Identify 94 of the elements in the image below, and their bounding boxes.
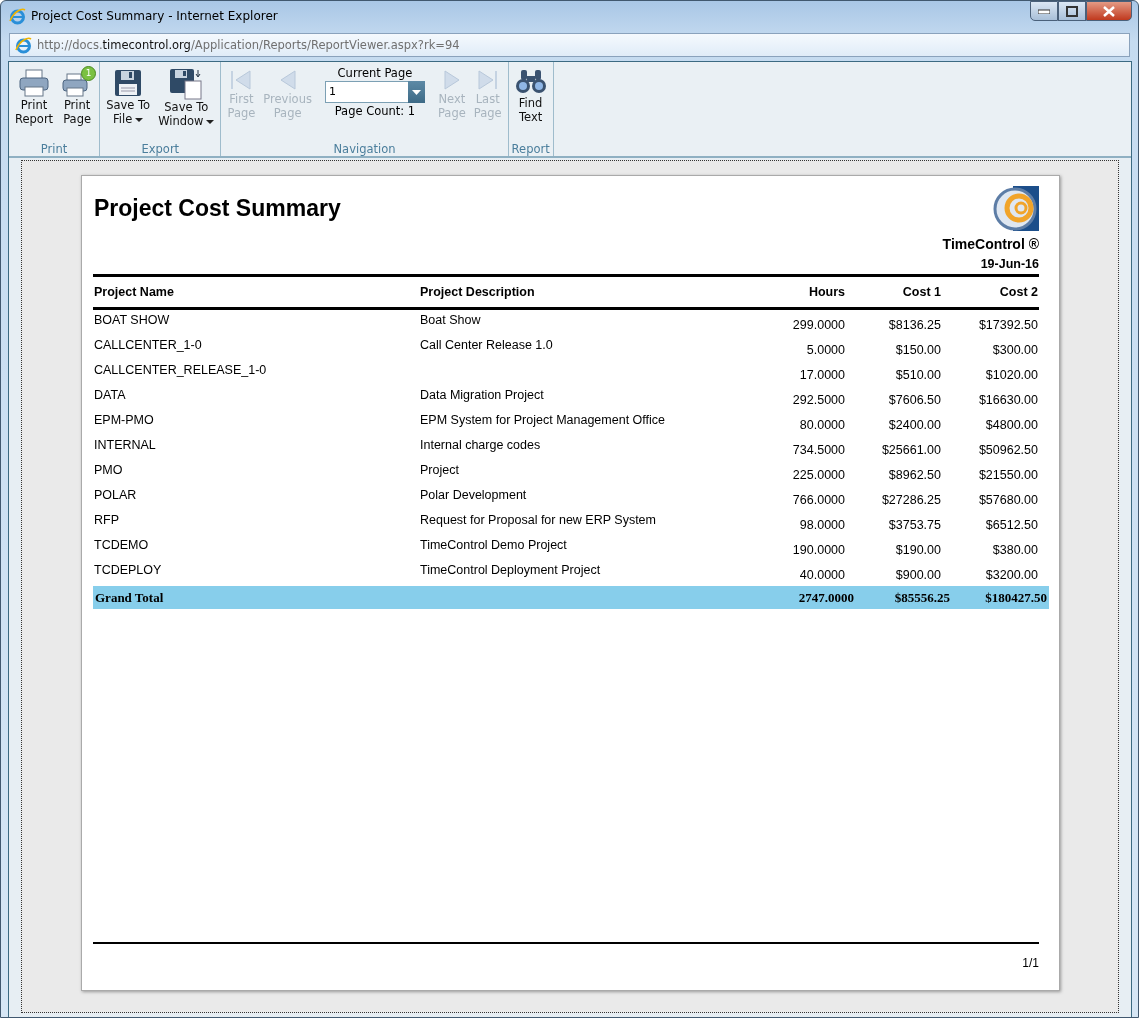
table-cell: $7606.50 [888, 393, 941, 407]
table-cell: $900.00 [895, 568, 941, 582]
report-title: Project Cost Summary [94, 195, 341, 222]
table-cell: 17.0000 [799, 368, 845, 382]
table-cell: 734.5000 [792, 443, 845, 457]
table-cell: $380.00 [992, 543, 1038, 557]
table-cell: 766.0000 [792, 493, 845, 507]
table-cell: Request for Proposal for new ERP System [420, 513, 656, 527]
table-cell: BOAT SHOW [94, 313, 170, 327]
table-cell: 292.5000 [792, 393, 845, 407]
close-icon [1103, 5, 1115, 17]
table-cell: $17392.50 [978, 318, 1038, 332]
browser-logo-icon [15, 36, 32, 54]
table-cell: Internal charge codes [420, 438, 541, 452]
table-cell: DATA [94, 388, 126, 402]
total-cell-text: 2747.0000 [797, 589, 855, 606]
group-label: Export [140, 142, 181, 156]
table-cell: EPM-PMO [94, 413, 154, 427]
caret-icon [206, 119, 215, 124]
table-cell: $2400.00 [888, 418, 941, 432]
column-header: Cost 1 [846, 277, 942, 310]
group-label: Navigation [332, 142, 397, 156]
table-cell: $3753.75 [888, 518, 941, 532]
table-cell: 299.0000 [792, 318, 845, 332]
table-cell: INTERNAL [94, 438, 156, 452]
table-cell: 225.0000 [792, 468, 845, 482]
toolbar-button[interactable]: Print Report [12, 66, 57, 128]
table-cell: TimeControl Deployment Project [420, 563, 601, 577]
table-cell: $57680.00 [978, 493, 1038, 507]
group-label: Report [511, 142, 550, 156]
page-count: Page Count: 1 [334, 104, 416, 118]
maximize-icon [1066, 5, 1078, 17]
printer-icon [18, 68, 51, 98]
table-cell: $510.00 [895, 368, 941, 382]
toolbar-button[interactable]: Save To Window [155, 66, 218, 130]
table-cell: $4800.00 [985, 418, 1038, 432]
table-cell: CALLCENTER_1-0 [94, 338, 202, 352]
table-cell: $8962.50 [888, 468, 941, 482]
floppy-disk-icon [169, 68, 204, 100]
table-cell: $190.00 [895, 543, 941, 557]
table-cell: TCDEPLOY [94, 563, 162, 577]
group-label: Print [39, 142, 69, 156]
table-cell: 98.0000 [799, 518, 845, 532]
table-cell: POLAR [94, 488, 137, 502]
table-cell: $16630.00 [978, 393, 1038, 407]
current-page-label: Current Page [337, 66, 413, 80]
column-header: Hours [751, 277, 846, 310]
table-cell: $300.00 [992, 343, 1038, 357]
table-cell: Data Migration Project [420, 388, 544, 402]
toolbar-button[interactable]: Find Text [511, 66, 550, 126]
table-cell: $3200.00 [985, 568, 1038, 582]
caret-icon [411, 89, 421, 95]
table-cell: $25661.00 [881, 443, 941, 457]
table-cell: TimeControl Demo Project [420, 538, 567, 552]
table-cell: 190.0000 [792, 543, 845, 557]
total-label: Grand Total [94, 589, 165, 606]
table-cell: $8136.25 [888, 318, 941, 332]
table-cell: $6512.50 [985, 518, 1038, 532]
table-cell: Project [420, 463, 459, 477]
table-cell: 40.0000 [799, 568, 845, 582]
table-cell: $50962.50 [978, 443, 1038, 457]
company-name: TimeControl ® [942, 236, 1039, 252]
table-cell: TCDEMO [94, 538, 149, 552]
table-cell: 5.0000 [806, 343, 845, 357]
table-cell: $21550.00 [978, 468, 1038, 482]
close-button[interactable] [1086, 1, 1132, 21]
browser-logo-icon [9, 7, 26, 25]
maximize-button[interactable] [1058, 1, 1086, 21]
table-cell: $27286.25 [881, 493, 941, 507]
table-cell: RFP [94, 513, 119, 527]
column-header: Cost 2 [942, 277, 1039, 310]
table-cell: PMO [94, 463, 123, 477]
table-cell: Boat Show [420, 313, 481, 327]
table-cell: $150.00 [895, 343, 941, 357]
column-header: Project Name [93, 277, 419, 310]
report-date: 19-Jun-16 [980, 257, 1039, 271]
table-cell: $1020.00 [985, 368, 1038, 382]
window-title: Project Cost Summary - Internet Explorer [31, 9, 278, 23]
page-number: 1/1 [1022, 956, 1039, 970]
table-cell: CALLCENTER_RELEASE_1-0 [94, 363, 267, 377]
binoculars-icon [514, 68, 547, 96]
minimize-icon [1038, 8, 1050, 14]
minimize-button[interactable] [1030, 1, 1058, 21]
table-cell: EPM System for Project Management Office [420, 413, 665, 427]
table-cell: Polar Development [420, 488, 527, 502]
page-number-field[interactable]: 1 [324, 81, 408, 103]
toolbar-button[interactable]: Save To File [103, 66, 154, 128]
caret-icon [135, 117, 144, 122]
toolbar-button[interactable]: 1 Print Page [58, 66, 97, 128]
count-badge: 1 [81, 66, 97, 81]
table-cell: Call Center Release 1.0 [420, 338, 553, 352]
clock-logo-icon [993, 186, 1039, 231]
column-header: Project Description [419, 277, 751, 310]
table-cell: 80.0000 [799, 418, 845, 432]
